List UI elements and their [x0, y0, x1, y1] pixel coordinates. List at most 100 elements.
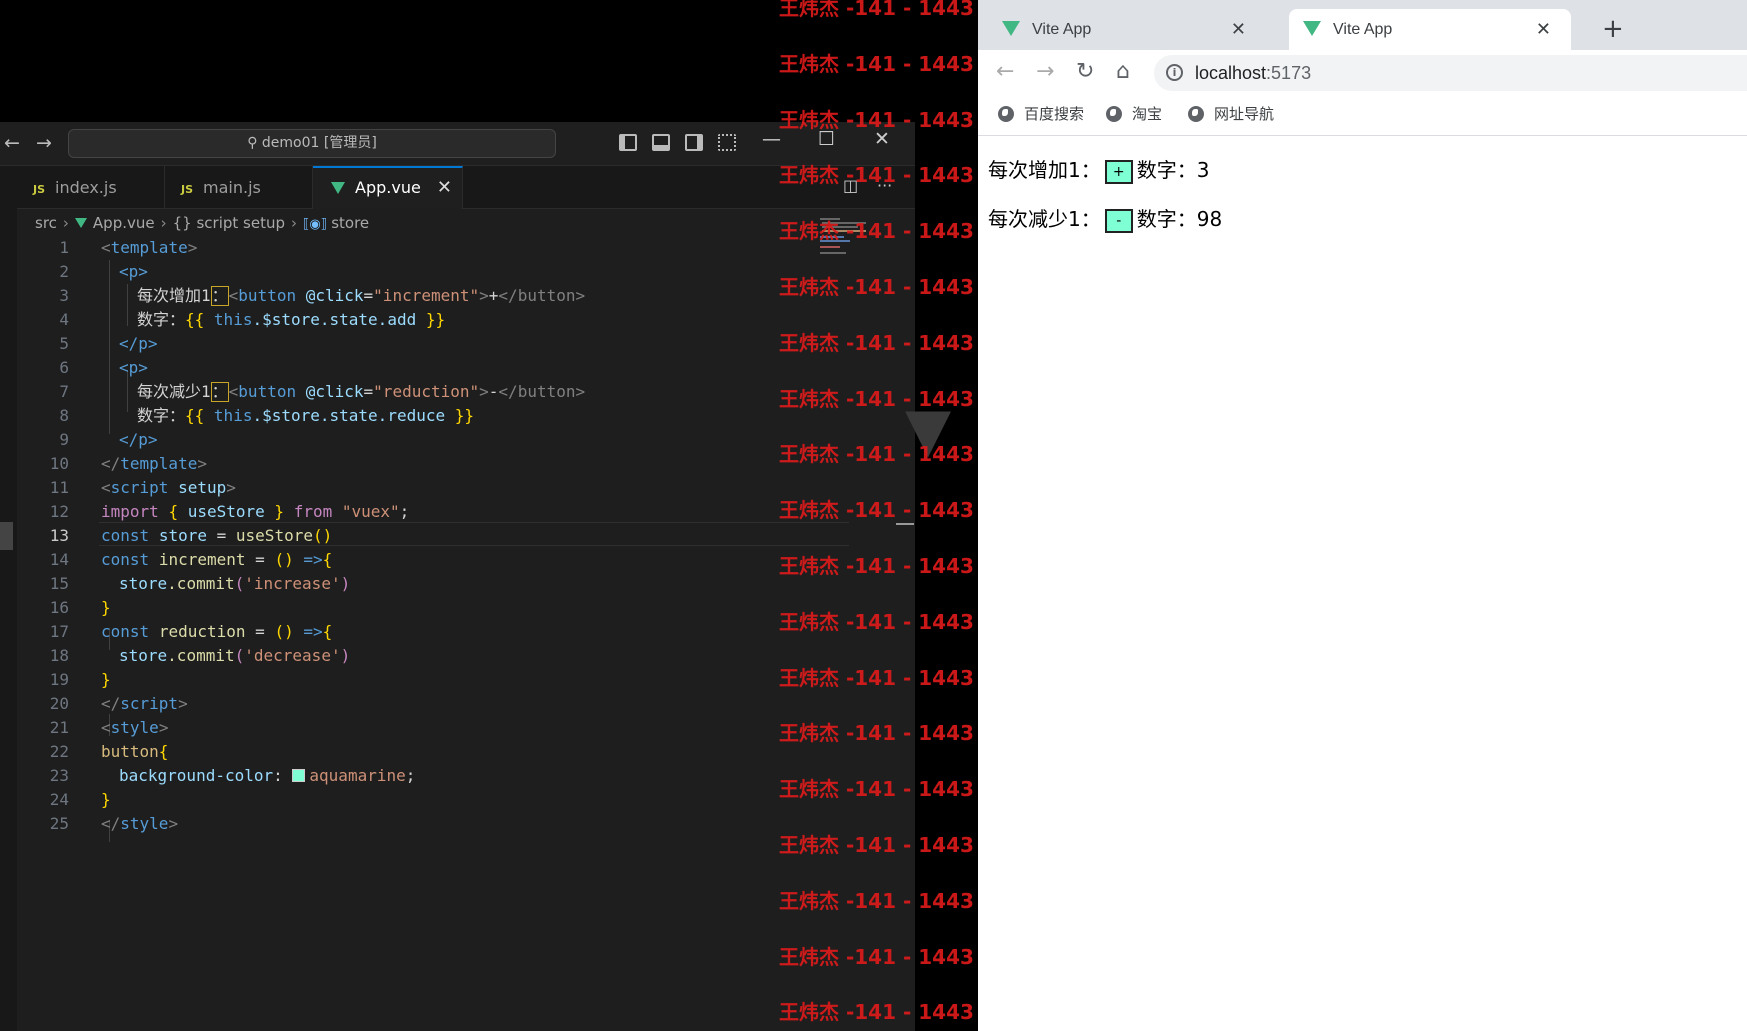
- js-file-icon: JS: [33, 183, 46, 196]
- vue-logo-icon: [1303, 21, 1321, 36]
- bookmark-item[interactable]: 淘宝: [1106, 96, 1162, 132]
- plus-icon[interactable]: +: [1602, 14, 1624, 44]
- watermark-text: 王炜杰 -141 - 1443: [779, 833, 974, 857]
- line-number-text: 15: [49, 574, 69, 593]
- vue-logo-icon: [74, 218, 87, 228]
- watermark-text: 王炜杰 -141 - 1443: [779, 1000, 974, 1025]
- watermark-text: 王炜杰 -141 - 1443: [779, 51, 974, 76]
- info-icon[interactable]: i: [1166, 64, 1183, 81]
- breadcrumb-file[interactable]: App.vue: [93, 214, 155, 232]
- scrollbar-thumb[interactable]: [896, 523, 914, 525]
- increment-button[interactable]: +: [1104, 160, 1133, 184]
- chevron-right-icon: ›: [62, 214, 69, 232]
- browser-tab-title: Vite App: [1333, 21, 1393, 38]
- command-center-search[interactable]: ⚲ demo01 [管理员]: [68, 129, 556, 158]
- tab-index-js[interactable]: JS index.js: [17, 166, 165, 209]
- line-number-text: 8: [59, 406, 69, 425]
- watermark-text: 王炜杰 -141 - 1443: [779, 386, 974, 411]
- tab-app-vue[interactable]: App.vue ✕: [313, 166, 463, 209]
- reduction-button[interactable]: -: [1104, 209, 1133, 233]
- watermark-text: 王炜杰 -141 - 1443: [779, 554, 974, 578]
- watermark-text: 王炜杰 -141 - 1443: [779, 107, 974, 132]
- watermark-text: 王炜杰 -141 - 1443: [779, 498, 974, 523]
- line-number-text: 4: [59, 310, 69, 329]
- reduction-row: 每次减少1： - 数字：98: [988, 204, 1222, 234]
- line-number-text: 12: [49, 502, 69, 521]
- reload-icon[interactable]: ↻: [1076, 59, 1094, 84]
- watermark-text: 王炜杰 -141 - 1443: [779, 944, 974, 969]
- home-icon[interactable]: ⌂: [1116, 59, 1130, 84]
- address-bar[interactable]: i localhost:5173: [1154, 55, 1747, 91]
- line-number-text: 6: [59, 358, 69, 377]
- line-number-text: 5: [59, 334, 69, 353]
- toggle-secondary-sidebar-icon[interactable]: [685, 134, 703, 151]
- watermark-text: 王炜杰 -141 - 1443: [779, 665, 974, 690]
- search-icon: ⚲: [247, 135, 262, 151]
- tab-main-js[interactable]: JS main.js: [165, 166, 313, 209]
- line-number-text: 14: [49, 550, 69, 569]
- close-icon[interactable]: ✕: [1536, 9, 1551, 50]
- count-label: 数字：: [1136, 207, 1197, 231]
- browser-tab-strip: Vite App ✕ Vite App ✕ +: [978, 0, 1747, 50]
- browser-tab[interactable]: Vite App ✕: [1002, 9, 1266, 50]
- toggle-sidebar-icon[interactable]: [619, 134, 637, 151]
- line-number-text: 19: [49, 670, 69, 689]
- close-icon[interactable]: ✕: [1231, 9, 1246, 50]
- increment-label: 每次增加1：: [988, 158, 1101, 182]
- watermark-text: 王炜杰 -141 - 1443: [779, 0, 974, 20]
- watermark-text: 王炜杰 -141 - 1443: [779, 275, 974, 299]
- arrow-left-icon[interactable]: ←: [4, 132, 20, 154]
- line-number-text: 21: [49, 718, 69, 737]
- vue-logo-icon: [331, 182, 345, 194]
- bookmark-item[interactable]: 百度搜索: [998, 96, 1084, 132]
- color-swatch[interactable]: [292, 769, 306, 782]
- add-count-value: 3: [1196, 158, 1210, 182]
- forward-icon[interactable]: →: [1036, 59, 1054, 84]
- bookmarks-bar: 百度搜索 淘宝 网址导航: [978, 96, 1747, 136]
- scope-icon: {}: [172, 214, 192, 232]
- close-icon[interactable]: ✕: [437, 168, 452, 208]
- line-number-text: 7: [59, 382, 69, 401]
- line-number-text: 24: [49, 790, 69, 809]
- line-number-text: 10: [49, 454, 69, 473]
- line-number-text: 9: [59, 430, 69, 449]
- chevron-right-icon: ›: [160, 214, 167, 232]
- customize-layout-icon[interactable]: [718, 134, 736, 151]
- browser-window: Vite App ✕ Vite App ✕ + ← → ↻ ⌂ i localh…: [978, 0, 1747, 1031]
- globe-icon: [1188, 106, 1204, 122]
- watermark-text: 王炜杰 -141 - 1443: [779, 721, 974, 746]
- count-label: 数字：: [1136, 158, 1197, 182]
- breadcrumb-scope[interactable]: script setup: [196, 214, 285, 232]
- browser-toolbar: ← → ↻ ⌂ i localhost:5173: [978, 50, 1747, 96]
- toggle-panel-icon[interactable]: [652, 134, 670, 151]
- browser-tab-active[interactable]: Vite App ✕: [1289, 9, 1571, 50]
- vue-logo-icon: [1002, 21, 1020, 36]
- activity-gutter: [0, 166, 17, 1031]
- line-number-text: 11: [49, 478, 69, 497]
- line-number-text: 25: [49, 814, 69, 833]
- gutter-marker: [0, 522, 13, 550]
- breadcrumb-folder[interactable]: src: [35, 214, 57, 232]
- line-number-text: 1: [59, 238, 69, 257]
- browser-tab-title: Vite App: [1032, 21, 1092, 38]
- breadcrumb-symbol[interactable]: store: [331, 214, 369, 232]
- tab-label: App.vue: [355, 178, 421, 197]
- reduction-label: 每次减少1：: [988, 207, 1101, 231]
- tab-label: main.js: [203, 178, 261, 197]
- line-number-text: 23: [49, 766, 69, 785]
- web-page: 每次增加1： + 数字：3 每次减少1： - 数字：98: [978, 136, 1747, 1031]
- chevron-right-icon: ›: [291, 214, 297, 232]
- watermark-text: 王炜杰 -141 - 1443: [779, 609, 974, 634]
- globe-icon: [1106, 106, 1122, 122]
- globe-icon: [998, 106, 1014, 122]
- arrow-right-icon[interactable]: →: [36, 132, 52, 154]
- url-text: localhost:5173: [1195, 63, 1312, 83]
- line-number-text: 13: [49, 526, 69, 545]
- bookmark-item[interactable]: 网址导航: [1188, 96, 1274, 132]
- line-number-text: 3: [59, 286, 69, 305]
- watermark-text: 王炜杰 -141 - 1443: [779, 777, 974, 802]
- back-icon[interactable]: ←: [996, 59, 1014, 84]
- increment-row: 每次增加1： + 数字：3: [988, 155, 1209, 185]
- watermark-text: 王炜杰 -141 - 1443: [779, 442, 974, 467]
- line-number-text: 18: [49, 646, 69, 665]
